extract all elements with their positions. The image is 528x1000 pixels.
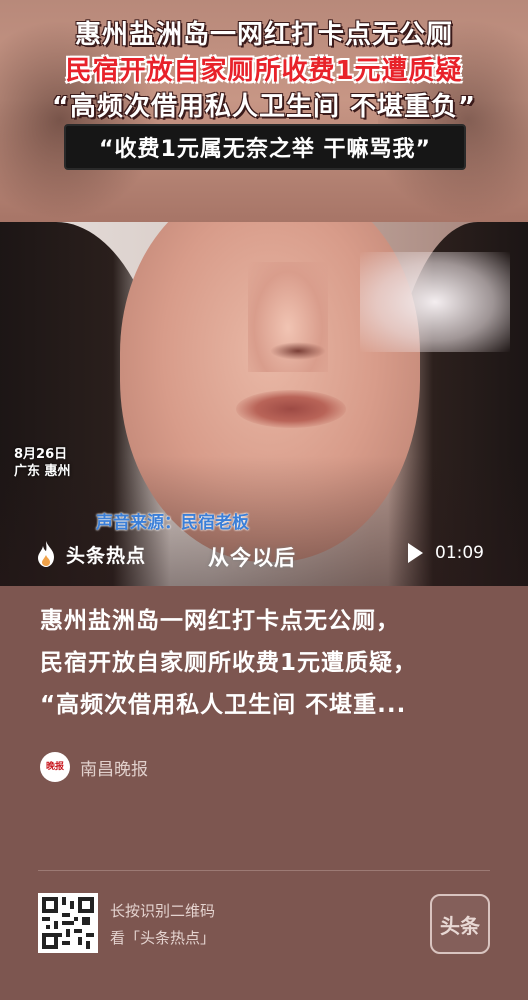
qr-hint: 长按识别二维码 看「头条热点」 [110,898,215,952]
video-nostrils [270,342,326,360]
article-title-line: 民宿开放自家厕所收费1元遭质疑， [40,650,418,676]
play-control[interactable]: 01:09 [408,543,484,563]
headline-line-1: 惠州盐洲岛一网红打卡点无公厕 [74,20,453,50]
video-player[interactable] [0,222,528,586]
audio-source-caption: 声音来源：民宿老板 [96,513,249,533]
qr-hint-line-1: 长按识别二维码 [110,902,216,920]
headline-line-2: 民宿开放自家厕所收费1元遭质疑 [65,56,463,86]
brand-name: 头条热点 [66,544,147,567]
publisher-name: 南昌晚报 [80,759,148,780]
article-title-line: 惠州盐洲岛一网红打卡点无公厕， [40,608,400,634]
publisher-logo: 晚报 [40,752,70,782]
toutiao-badge[interactable]: 头条 [430,894,490,954]
article-title-line: “高频次借用私人卫生间 不堪重... [40,692,407,718]
brand-label: 头条热点 [34,540,146,568]
publisher[interactable]: 晚报 南昌晚报 [40,752,148,782]
video-date: 8月26日 [14,447,68,462]
divider [38,870,490,871]
video-duration: 01:09 [435,543,484,563]
video-subtitle: 从今以后 [208,546,296,570]
video-date-location: 8月26日 广东 惠州 [14,446,71,480]
headline-line-3: “高频次借用私人卫生间 不堪重负” [51,92,477,122]
qr-code-icon [42,897,94,949]
publisher-logo-text: 晚报 [45,761,64,772]
share-card: 惠州盐洲岛一网红打卡点无公厕 民宿开放自家厕所收费1元遭质疑 “高频次借用私人卫… [0,0,528,1000]
video-mouth [236,390,346,428]
article-title[interactable]: 惠州盐洲岛一网红打卡点无公厕， 民宿开放自家厕所收费1元遭质疑， “高频次借用私… [40,600,490,726]
video-location: 广东 惠州 [14,464,71,479]
play-icon[interactable] [408,543,423,563]
flame-icon [38,541,54,567]
qr-hint-line-2: 看「头条热点」 [110,929,216,947]
video-blur-patch [360,252,510,352]
quote-box: “收费1元属无奈之举 干嘛骂我” [64,124,466,170]
qr-code[interactable] [38,893,98,953]
